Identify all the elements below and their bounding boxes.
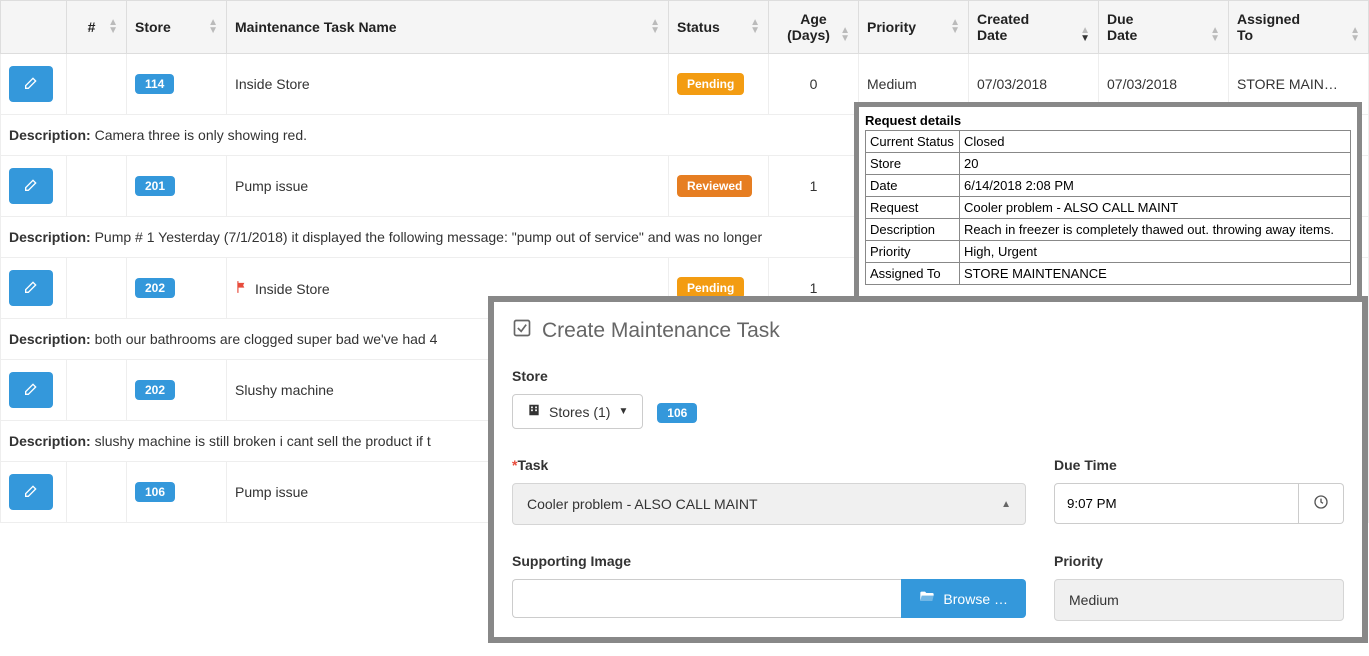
image-path-input[interactable] [512,579,901,618]
check-icon [512,318,532,344]
description-label: Description: [9,331,91,347]
description-label: Description: [9,127,91,143]
request-detail-value: 6/14/2018 2:08 PM [960,175,1351,197]
col-num[interactable]: #▲▼ [67,1,127,54]
store-badge[interactable]: 202 [135,380,175,400]
edit-button[interactable] [9,372,53,408]
edit-button[interactable] [9,270,53,306]
request-detail-key: Description [866,219,960,241]
request-detail-key: Assigned To [866,263,960,285]
folder-open-icon [919,589,935,608]
sort-icon: ▲▼ [650,19,660,35]
task-name: Inside Store [227,54,669,115]
request-detail-value: Reach in freezer is completely thawed ou… [960,219,1351,241]
sort-icon: ▲▼ [950,19,960,35]
request-detail-key: Current Status [866,131,960,153]
request-detail-row: Date6/14/2018 2:08 PM [866,175,1351,197]
sort-icon: ▲▼ [1210,27,1220,43]
request-detail-value: Cooler problem - ALSO CALL MAINT [960,197,1351,219]
status-badge: Reviewed [677,175,752,197]
edit-button[interactable] [9,168,53,204]
age-value: 1 [769,156,859,217]
store-label: Store [512,368,1344,384]
due-time-label: Due Time [1054,457,1344,473]
col-edit [1,1,67,54]
selected-store-pill[interactable]: 106 [657,403,697,423]
description-text: slushy machine is still broken i cant se… [95,433,431,449]
edit-icon [23,279,39,298]
request-detail-row: RequestCooler problem - ALSO CALL MAINT [866,197,1351,219]
flag-icon [235,281,249,297]
sort-icon: ▲▼ [208,19,218,35]
request-detail-row: Assigned ToSTORE MAINTENANCE [866,263,1351,285]
supporting-image-label: Supporting Image [512,553,1026,569]
request-detail-row: Current StatusClosed [866,131,1351,153]
sort-icon: ▲▼ [1350,27,1360,43]
request-detail-value: STORE MAINTENANCE [960,263,1351,285]
clock-icon [1313,498,1329,513]
browse-button[interactable]: Browse … [901,579,1026,618]
request-detail-key: Store [866,153,960,175]
store-badge[interactable]: 202 [135,278,175,298]
col-age[interactable]: Age(Days)▲▼ [769,1,859,54]
priority-label: Priority [1054,553,1344,569]
col-task[interactable]: Maintenance Task Name▲▼ [227,1,669,54]
task-name: Pump issue [227,156,669,217]
request-detail-row: DescriptionReach in freezer is completel… [866,219,1351,241]
request-details-title: Request details [865,113,1351,128]
sort-icon: ▲▼ [108,19,118,35]
col-created[interactable]: CreatedDate▲▼ [969,1,1099,54]
store-badge[interactable]: 106 [135,482,175,502]
col-store[interactable]: Store▲▼ [127,1,227,54]
due-time-input[interactable] [1054,483,1299,524]
store-badge[interactable]: 114 [135,74,174,94]
col-status[interactable]: Status▲▼ [669,1,769,54]
edit-button[interactable] [9,474,53,510]
description-text: Camera three is only showing red. [95,127,307,143]
col-priority[interactable]: Priority▲▼ [859,1,969,54]
priority-select[interactable]: Medium [1054,579,1344,621]
request-detail-key: Request [866,197,960,219]
request-detail-row: PriorityHigh, Urgent [866,241,1351,263]
sort-icon: ▲▼ [840,27,850,43]
description-label: Description: [9,229,91,245]
chevron-up-icon: ▲ [1001,499,1011,510]
sort-icon: ▲▼ [1080,27,1090,43]
request-detail-value: High, Urgent [960,241,1351,263]
edit-icon [23,381,39,400]
col-due[interactable]: DueDate▲▼ [1099,1,1229,54]
building-icon [527,403,541,420]
caret-down-icon: ▼ [618,406,628,417]
description-text: both our bathrooms are clogged super bad… [95,331,438,347]
sort-icon: ▲▼ [750,19,760,35]
create-task-title: Create Maintenance Task [512,318,1344,344]
request-detail-value: Closed [960,131,1351,153]
request-details-table: Current StatusClosedStore20Date6/14/2018… [865,130,1351,285]
request-detail-key: Date [866,175,960,197]
request-detail-row: Store20 [866,153,1351,175]
status-badge: Pending [677,73,744,95]
stores-dropdown-button[interactable]: Stores (1) ▼ [512,394,643,429]
task-select[interactable]: Cooler problem - ALSO CALL MAINT ▲ [512,483,1026,525]
col-assigned[interactable]: AssignedTo▲▼ [1229,1,1369,54]
store-badge[interactable]: 201 [135,176,175,196]
clock-button[interactable] [1299,483,1344,524]
request-detail-key: Priority [866,241,960,263]
description-text: Pump # 1 Yesterday (7/1/2018) it display… [95,229,763,245]
description-label: Description: [9,433,91,449]
age-value: 0 [769,54,859,115]
task-label: *Task [512,457,1026,473]
edit-button[interactable] [9,66,53,102]
edit-icon [23,75,39,94]
create-task-popup: Create Maintenance Task Store Stores (1)… [488,296,1368,643]
edit-icon [23,177,39,196]
request-detail-value: 20 [960,153,1351,175]
edit-icon [23,483,39,502]
